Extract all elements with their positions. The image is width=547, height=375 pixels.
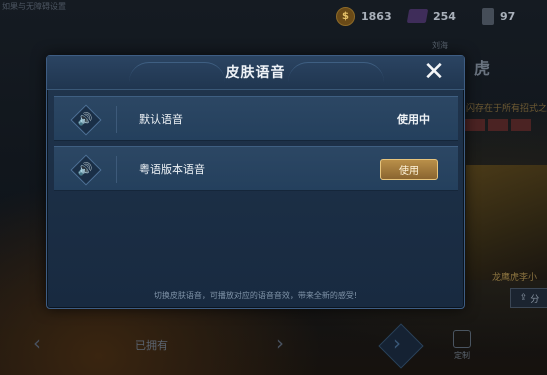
use-button[interactable]: 使用	[380, 159, 438, 180]
voice-label: 默认语音	[139, 113, 183, 126]
top-hint: 如果与无障碍设置	[2, 2, 66, 11]
tag-chip	[511, 119, 531, 131]
row-divider	[116, 106, 117, 133]
share-button[interactable]: ⇪ 分	[510, 288, 547, 308]
share-label: 分	[530, 294, 540, 305]
owned-label: 已拥有	[135, 339, 168, 352]
custom-icon	[453, 330, 471, 348]
tag-chip	[488, 119, 508, 131]
voice-label: 粤语版本语音	[139, 163, 205, 176]
diamond-value: 254	[433, 9, 456, 23]
hero-tag: 刘海	[432, 41, 448, 50]
top-bar: 如果与无障碍设置 $ 1863 254 97	[0, 0, 547, 34]
voucher-value: 97	[500, 9, 516, 23]
dialog-hint: 切换皮肤语音，可播放对应的语音音效，带来全新的感受!	[153, 291, 358, 300]
gold-resource: $ 1863	[336, 6, 392, 26]
voucher-icon	[482, 7, 494, 25]
tag-chip	[465, 119, 485, 131]
speaker-glyph-icon: 🔊	[77, 112, 93, 126]
voice-row-default[interactable]: 🔊 默认语音 使用中	[54, 96, 458, 141]
prev-arrow-icon[interactable]: ‹	[33, 331, 41, 355]
dialog-title: 皮肤语音	[225, 65, 286, 81]
dialog-header: 皮肤语音 ✕	[47, 56, 464, 90]
custom-button[interactable]: 定制	[450, 330, 474, 361]
skin-portrait[interactable]	[466, 165, 547, 280]
skin-portrait-name: 龙鹰虎李小	[492, 273, 538, 283]
next-arrow-icon[interactable]: ›	[276, 331, 284, 355]
close-button[interactable]: ✕	[419, 58, 449, 86]
gold-coin-icon: $	[336, 6, 355, 26]
row-divider	[116, 156, 117, 183]
gold-value: 1863	[361, 9, 392, 23]
speaker-icon[interactable]: 🔊	[70, 104, 102, 136]
voucher-resource: 97	[482, 6, 515, 26]
diamond-resource: 254	[406, 6, 456, 26]
diamond-nav-arrow-icon: ›	[393, 331, 401, 355]
hero-tags	[465, 119, 531, 131]
hero-description: 闪存在于所有招式之外	[466, 104, 547, 114]
custom-label: 定制	[454, 351, 470, 360]
hero-title: 虎	[474, 59, 491, 78]
in-use-status: 使用中	[397, 113, 430, 126]
share-icon: ⇪	[519, 293, 528, 303]
speaker-icon[interactable]: 🔊	[70, 154, 102, 186]
skin-voice-dialog: 皮肤语音 ✕ 🔊 默认语音 使用中 🔊 粤语版本语音 使用 切换皮肤语音，可播放…	[46, 55, 465, 309]
speaker-glyph-icon: 🔊	[77, 162, 93, 176]
voice-row-cantonese[interactable]: 🔊 粤语版本语音 使用	[54, 146, 458, 191]
diamond-icon	[406, 9, 429, 23]
